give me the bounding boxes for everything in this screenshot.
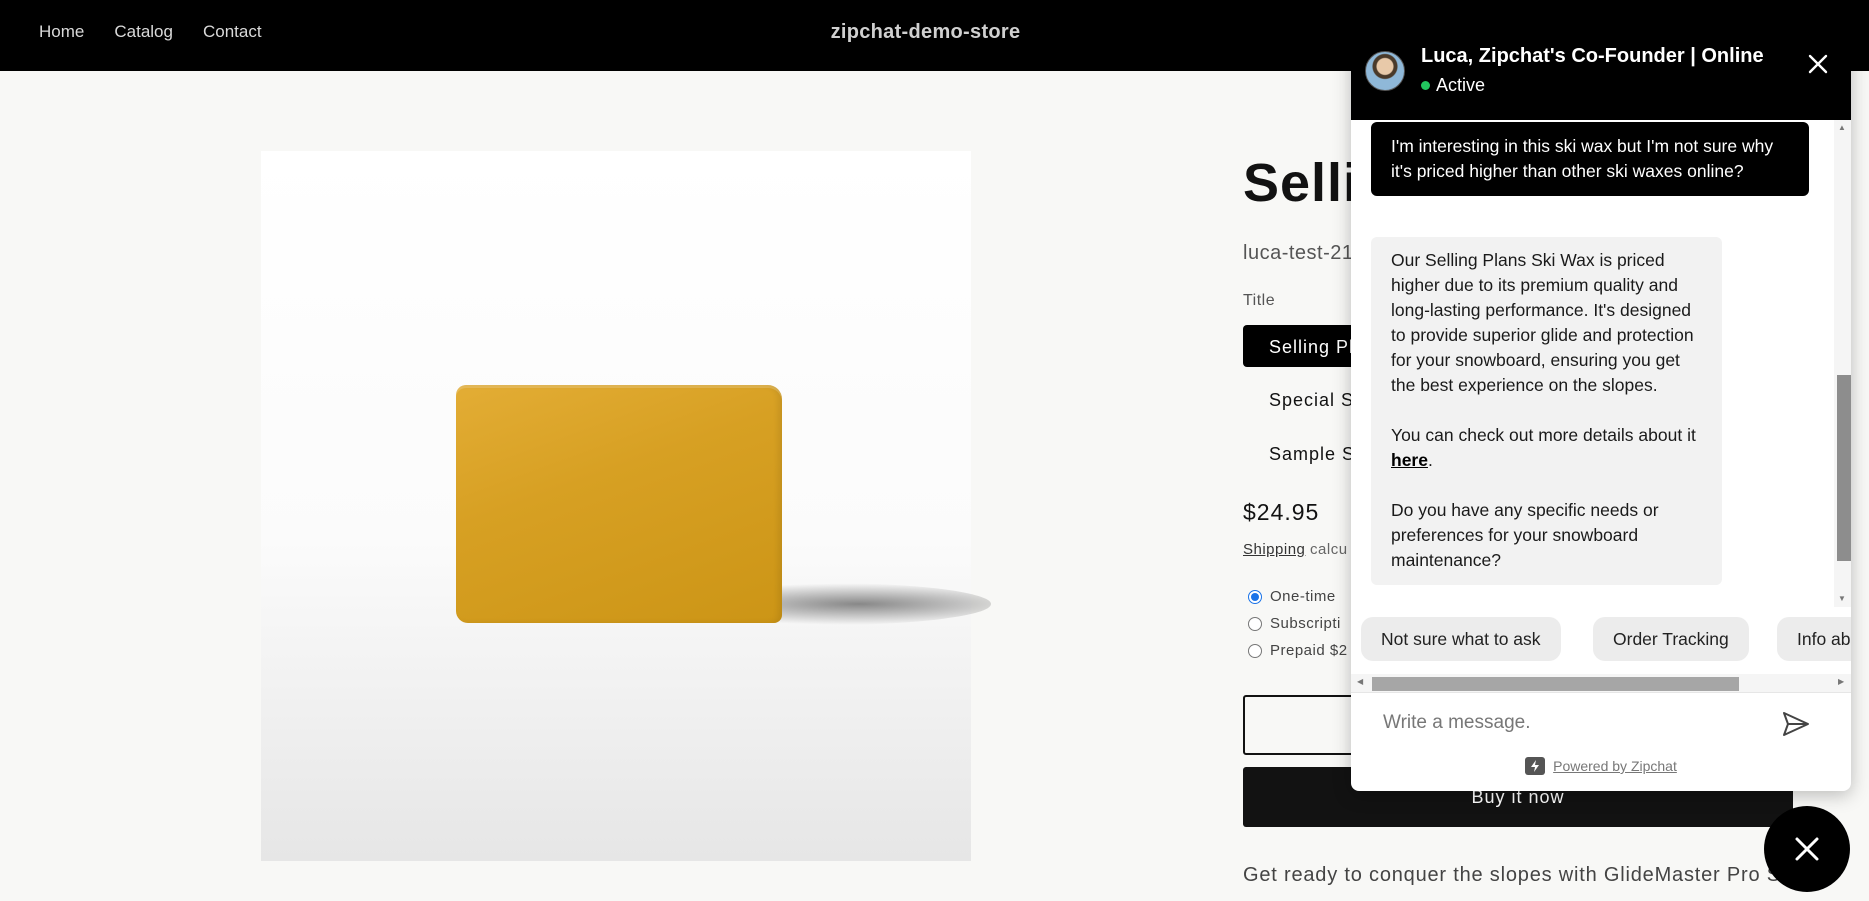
agent-status-label: Active [1436, 75, 1486, 95]
radio-icon[interactable] [1248, 616, 1262, 631]
purchase-option-label: Prepaid $2 [1270, 642, 1348, 659]
close-icon [1795, 837, 1819, 861]
suggestion-chips: Not sure what to ask Order Tracking Info… [1351, 607, 1851, 677]
bot-text: You can check out more details about it [1391, 425, 1696, 445]
bolt-icon [1525, 757, 1546, 775]
radio-checked-icon[interactable] [1248, 589, 1262, 604]
purchase-option-subscription[interactable]: Subscripti [1248, 615, 1341, 632]
product-price: $24.95 [1243, 499, 1320, 525]
purchase-option-prepaid[interactable]: Prepaid $2 [1248, 642, 1348, 659]
bot-message-paragraph: Our Selling Plans Ski Wax is priced high… [1391, 250, 1694, 395]
option-label: Title [1243, 292, 1276, 309]
radio-icon[interactable] [1248, 643, 1262, 658]
suggestion-info[interactable]: Info ab [1777, 617, 1851, 661]
user-message: I'm interesting in this ski wax but I'm … [1371, 122, 1809, 196]
purchase-option-label: Subscripti [1270, 615, 1341, 632]
scroll-right-icon[interactable]: ▶ [1838, 677, 1844, 686]
product-description: Get ready to conquer the slopes with Gli… [1243, 864, 1781, 886]
agent-avatar [1365, 51, 1405, 91]
scroll-up-icon[interactable]: ▲ [1838, 123, 1846, 132]
bot-text: . [1427, 450, 1433, 470]
suggestion-not-sure[interactable]: Not sure what to ask [1361, 617, 1561, 661]
ski-wax-block [456, 385, 782, 623]
product-sku: luca-test-21 [1243, 242, 1354, 264]
close-icon[interactable] [1806, 52, 1830, 76]
product-details-link[interactable]: here [1391, 450, 1428, 470]
agent-status: Active [1421, 75, 1485, 96]
vertical-scrollbar[interactable]: ▲ ▼ [1834, 120, 1851, 607]
bot-message: Our Selling Plans Ski Wax is priced high… [1371, 237, 1722, 585]
product-image[interactable] [261, 151, 991, 861]
purchase-option-label: One-time [1270, 588, 1336, 605]
chat-toggle-button[interactable] [1764, 806, 1850, 892]
agent-name: Luca, Zipchat's Co-Founder | Online [1421, 45, 1764, 67]
online-dot-icon [1421, 81, 1430, 90]
shipping-link[interactable]: Shipping [1243, 541, 1305, 558]
bot-message-paragraph: You can check out more details about it … [1391, 423, 1702, 473]
powered-by-link[interactable]: Powered by Zipchat [1553, 758, 1677, 774]
scroll-down-icon[interactable]: ▼ [1838, 594, 1846, 603]
suggestion-order-tracking[interactable]: Order Tracking [1593, 617, 1749, 661]
horizontal-scrollbar[interactable]: ◀ ▶ [1351, 674, 1851, 692]
scroll-thumb[interactable] [1837, 375, 1851, 561]
send-icon[interactable] [1781, 710, 1811, 738]
scroll-left-icon[interactable]: ◀ [1357, 677, 1363, 686]
product-title: Selli [1243, 153, 1360, 213]
shipping-text: calcu [1305, 541, 1348, 558]
shipping-note: Shipping calcu [1243, 541, 1348, 558]
powered-by: Powered by Zipchat [1351, 757, 1851, 775]
purchase-option-one-time[interactable]: One-time [1248, 588, 1336, 605]
message-input[interactable] [1371, 701, 1761, 745]
bot-message-paragraph: Do you have any specific needs or prefer… [1391, 500, 1659, 570]
message-composer [1351, 692, 1851, 754]
chat-header: Luca, Zipchat's Co-Founder | Online Acti… [1351, 0, 1851, 120]
scroll-thumb[interactable] [1372, 677, 1739, 691]
chat-widget: Luca, Zipchat's Co-Founder | Online Acti… [1351, 0, 1851, 791]
message-list: I'm interesting in this ski wax but I'm … [1351, 120, 1851, 607]
